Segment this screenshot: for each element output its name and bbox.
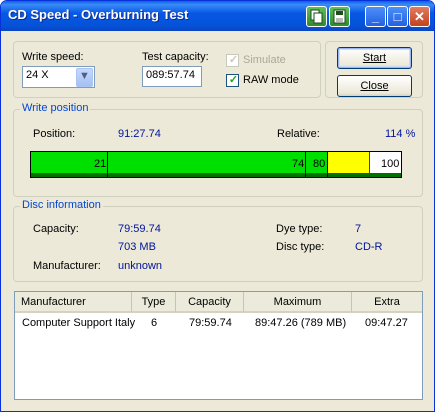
bar-mark-74: 74 (292, 158, 305, 170)
disc-type-label: Disc type: (276, 241, 325, 253)
window-title: CD Speed - Overburning Test (8, 7, 189, 22)
maximize-icon: □ (393, 9, 402, 24)
bar-mark-100: 100 (381, 158, 400, 170)
overburning-test-window: CD Speed - Overburning Test _ □ ✕ Write … (0, 0, 435, 412)
manufacturer-value: unknown (118, 260, 163, 272)
cell-maximum: 89:47.26 (789 MB) (255, 317, 347, 329)
cell-extra: 09:47.27 (365, 317, 408, 329)
capacity-label: Capacity: (33, 223, 79, 235)
cell-capacity: 79:59.74 (189, 317, 232, 329)
write-speed-label: Write speed: (22, 51, 84, 63)
test-capacity-value: 089:57.74 (146, 69, 195, 81)
close-window-button[interactable]: ✕ (409, 6, 430, 27)
position-label: Position: (33, 128, 76, 140)
bar-mark-21: 21 (94, 158, 107, 170)
maximize-button[interactable]: □ (387, 6, 408, 27)
bar-mark-80: 80 (313, 158, 326, 170)
start-button-label: Start (362, 52, 387, 64)
column-header-maximum[interactable]: Maximum (244, 292, 352, 313)
minimize-button[interactable]: _ (365, 6, 386, 27)
bar-bottom-strip (31, 173, 401, 177)
disc-information-title: Disc information (20, 199, 103, 211)
write-position-bar: 21 74 80 100 (30, 151, 402, 178)
bar-tick-74 (305, 152, 306, 177)
bar-tick-100 (369, 152, 370, 177)
results-table[interactable]: Manufacturer Type Capacity Maximum Extra… (14, 291, 423, 400)
manufacturer-label: Manufacturer: (33, 260, 101, 272)
copy-icon[interactable] (306, 6, 327, 27)
close-button-label: Close (360, 80, 389, 92)
relative-value: 114 % (385, 128, 416, 140)
start-button[interactable]: Start (337, 47, 412, 69)
dye-type-value: 7 (355, 223, 362, 235)
write-position-title: Write position (20, 102, 91, 114)
minimize-icon: _ (371, 9, 380, 24)
test-capacity-input[interactable]: 089:57.74 (142, 66, 202, 87)
checkmark-icon: ✓ (228, 54, 239, 66)
checkmark-icon: ✓ (228, 74, 239, 86)
raw-mode-checkbox[interactable]: ✓ (226, 74, 239, 87)
cell-type: 6 (151, 317, 158, 329)
column-header-manufacturer[interactable]: Manufacturer (15, 292, 132, 313)
raw-mode-label: RAW mode (243, 74, 299, 86)
cell-manufacturer: Computer Support Italy (22, 317, 136, 329)
column-header-type[interactable]: Type (132, 292, 176, 313)
disc-type-value: CD-R (355, 241, 383, 253)
bar-tick-80 (327, 152, 328, 177)
relative-label: Relative: (277, 128, 320, 140)
write-speed-select[interactable]: 24 X ▼ (22, 66, 95, 88)
close-button[interactable]: Close (337, 75, 412, 97)
bar-tick-21 (107, 152, 108, 177)
position-value: 91:27.74 (118, 128, 161, 140)
save-icon[interactable] (329, 6, 350, 27)
capacity-time-value: 79:59.74 (118, 223, 161, 235)
simulate-checkbox[interactable]: ✓ (226, 54, 239, 67)
test-capacity-label: Test capacity: (142, 51, 209, 63)
column-header-capacity[interactable]: Capacity (176, 292, 244, 313)
dye-type-label: Dye type: (276, 223, 323, 235)
capacity-size-value: 703 MB (118, 241, 156, 253)
title-bar[interactable]: CD Speed - Overburning Test _ □ ✕ (1, 1, 434, 31)
simulate-label: Simulate (243, 54, 286, 66)
chevron-down-icon[interactable]: ▼ (76, 68, 93, 87)
close-icon: ✕ (414, 9, 425, 24)
write-speed-value: 24 X (26, 69, 49, 81)
column-header-extra[interactable]: Extra (352, 292, 422, 313)
